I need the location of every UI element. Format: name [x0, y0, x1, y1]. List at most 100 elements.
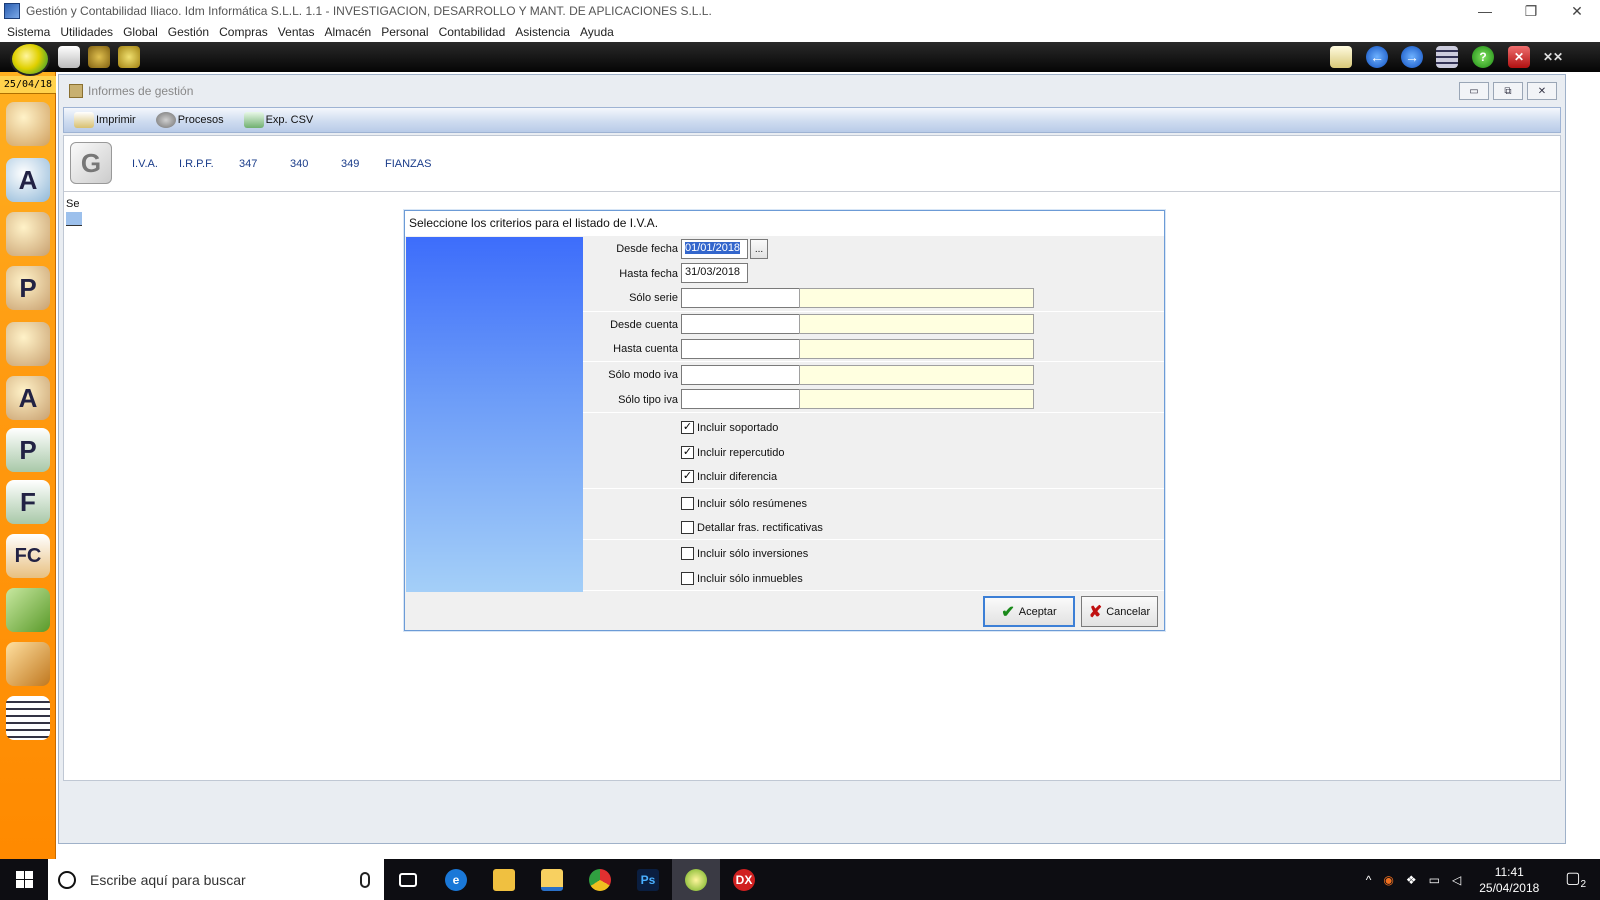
- person-icon[interactable]: [6, 212, 50, 256]
- informes-minimize-button[interactable]: ▭: [1459, 82, 1489, 100]
- desde-fecha-input[interactable]: 01/01/2018: [681, 239, 748, 259]
- tab-347[interactable]: 347: [239, 158, 257, 170]
- checkbox-box[interactable]: ✓: [681, 421, 694, 434]
- checkbox-box[interactable]: ✓: [681, 470, 694, 483]
- back-arrow-icon[interactable]: ←: [1366, 46, 1388, 68]
- hasta-cuenta-input[interactable]: [681, 339, 800, 359]
- edge-icon[interactable]: e: [432, 859, 480, 900]
- mail-icon[interactable]: [1330, 46, 1352, 68]
- processes-button[interactable]: Procesos: [155, 112, 224, 128]
- menu-gestion[interactable]: Gestión: [168, 25, 209, 39]
- search-box[interactable]: Escribe aquí para buscar: [48, 859, 384, 900]
- checkbox-incluir-solo-resumenes[interactable]: Incluir sólo resúmenes: [681, 497, 807, 510]
- dropbox-icon[interactable]: ❖: [1406, 873, 1417, 887]
- list-doc-icon[interactable]: [6, 696, 50, 740]
- bag-orange-icon[interactable]: [6, 642, 50, 686]
- fc-doc-icon[interactable]: FC: [6, 534, 50, 578]
- checkbox-box[interactable]: [681, 521, 694, 534]
- minimize-button[interactable]: —: [1462, 0, 1508, 22]
- microphone-icon[interactable]: [360, 871, 370, 888]
- hasta-cuenta-description: [799, 339, 1034, 359]
- document-icon[interactable]: [58, 46, 80, 68]
- checkbox-box[interactable]: [681, 497, 694, 510]
- checkbox-incluir-repercutido[interactable]: ✓ Incluir repercutido: [681, 446, 784, 459]
- checkbox-detallar-rectificativas[interactable]: Detallar fras. rectificativas: [681, 521, 823, 534]
- letters-icon[interactable]: A: [6, 158, 50, 202]
- menu-asistencia[interactable]: Asistencia: [515, 25, 570, 39]
- separator: [583, 590, 1164, 591]
- person-p-icon[interactable]: P: [6, 266, 50, 310]
- tab-340[interactable]: 340: [290, 158, 308, 170]
- system-tray: ^ ◉ ❖ ▭ ◁ 11:41 25/04/2018 ▢2: [1360, 859, 1600, 900]
- desde-fecha-label: Desde fecha: [616, 243, 678, 255]
- app-logo-orb[interactable]: [10, 42, 50, 76]
- bag-green-icon[interactable]: [6, 588, 50, 632]
- notifications-icon[interactable]: ▢2: [1565, 868, 1586, 890]
- tab-fianzas[interactable]: FIANZAS: [385, 158, 431, 170]
- forward-arrow-icon[interactable]: →: [1401, 46, 1423, 68]
- coin-icon[interactable]: [118, 46, 140, 68]
- chevron-up-icon[interactable]: ^: [1366, 873, 1372, 887]
- export-csv-button[interactable]: Exp. CSV: [243, 112, 313, 128]
- close-button[interactable]: ✕: [1554, 0, 1600, 22]
- informes-maximize-button[interactable]: ⧉: [1493, 82, 1523, 100]
- people-icon[interactable]: [6, 322, 50, 366]
- menu-global[interactable]: Global: [123, 25, 158, 39]
- exit-icon[interactable]: ✕✕: [1542, 46, 1564, 68]
- dialog-title: Seleccione los criterios para el listado…: [405, 211, 1164, 236]
- volume-muted-icon[interactable]: ◁: [1452, 873, 1461, 887]
- accept-button[interactable]: ✔ Aceptar: [983, 596, 1075, 627]
- f-doc-icon[interactable]: F: [6, 480, 50, 524]
- users-icon[interactable]: [6, 102, 50, 146]
- gear-icon[interactable]: [88, 46, 110, 68]
- informes-close-button[interactable]: ✕: [1527, 82, 1557, 100]
- checkbox-box[interactable]: [681, 572, 694, 585]
- person-a-icon[interactable]: A: [6, 376, 50, 420]
- hasta-fecha-input[interactable]: 31/03/2018: [681, 263, 748, 283]
- checkbox-incluir-soportado[interactable]: ✓ Incluir soportado: [681, 421, 778, 434]
- menu-almacen[interactable]: Almacén: [325, 25, 372, 39]
- checkbox-incluir-diferencia[interactable]: ✓ Incluir diferencia: [681, 470, 777, 483]
- checkbox-box[interactable]: [681, 547, 694, 560]
- dx-icon[interactable]: DX: [720, 859, 768, 900]
- checkbox-incluir-solo-inmuebles[interactable]: Incluir sólo inmuebles: [681, 572, 803, 585]
- checkbox-incluir-solo-inversiones[interactable]: Incluir sólo inversiones: [681, 547, 808, 560]
- network-icon[interactable]: ▭: [1429, 873, 1440, 887]
- solo-serie-input[interactable]: [681, 288, 800, 308]
- restore-button[interactable]: ❐: [1508, 0, 1554, 22]
- date-picker-button[interactable]: ...: [750, 239, 768, 259]
- tab-349[interactable]: 349: [341, 158, 359, 170]
- clock-time: 11:41: [1494, 864, 1524, 879]
- cancel-button[interactable]: ✘ Cancelar: [1081, 596, 1158, 627]
- print-button[interactable]: Imprimir: [74, 112, 136, 128]
- desde-cuenta-input[interactable]: [681, 314, 800, 334]
- avast-icon[interactable]: ◉: [1383, 873, 1393, 887]
- folder-app-icon[interactable]: [480, 859, 528, 900]
- menu-sistema[interactable]: Sistema: [7, 25, 50, 39]
- menu-ventas[interactable]: Ventas: [278, 25, 315, 39]
- solo-modo-iva-input[interactable]: [681, 365, 800, 385]
- menu-compras[interactable]: Compras: [219, 25, 268, 39]
- app-icon: [4, 3, 20, 19]
- gestion-app-icon[interactable]: [672, 859, 720, 900]
- close-window-icon[interactable]: ✕: [1508, 46, 1530, 68]
- checkbox-box[interactable]: ✓: [681, 446, 694, 459]
- photoshop-icon[interactable]: Ps: [624, 859, 672, 900]
- solo-tipo-iva-input[interactable]: [681, 389, 800, 409]
- menu-contabilidad[interactable]: Contabilidad: [439, 25, 506, 39]
- chrome-icon[interactable]: [576, 859, 624, 900]
- menu-personal[interactable]: Personal: [381, 25, 428, 39]
- cortana-icon: [58, 870, 76, 889]
- p-doc-icon[interactable]: P: [6, 428, 50, 472]
- tab-irpf[interactable]: I.R.P.F.: [179, 158, 214, 170]
- clock[interactable]: 11:41 25/04/2018: [1479, 864, 1539, 896]
- task-view-icon[interactable]: [384, 859, 432, 900]
- menu-ayuda[interactable]: Ayuda: [580, 25, 614, 39]
- tab-iva[interactable]: I.V.A.: [132, 158, 158, 170]
- menu-utilidades[interactable]: Utilidades: [60, 25, 113, 39]
- explorer-icon[interactable]: [528, 859, 576, 900]
- start-button[interactable]: [0, 859, 48, 900]
- windows-list-icon[interactable]: [1436, 46, 1458, 68]
- accept-label: Aceptar: [1018, 605, 1057, 618]
- help-icon[interactable]: ?: [1472, 46, 1494, 68]
